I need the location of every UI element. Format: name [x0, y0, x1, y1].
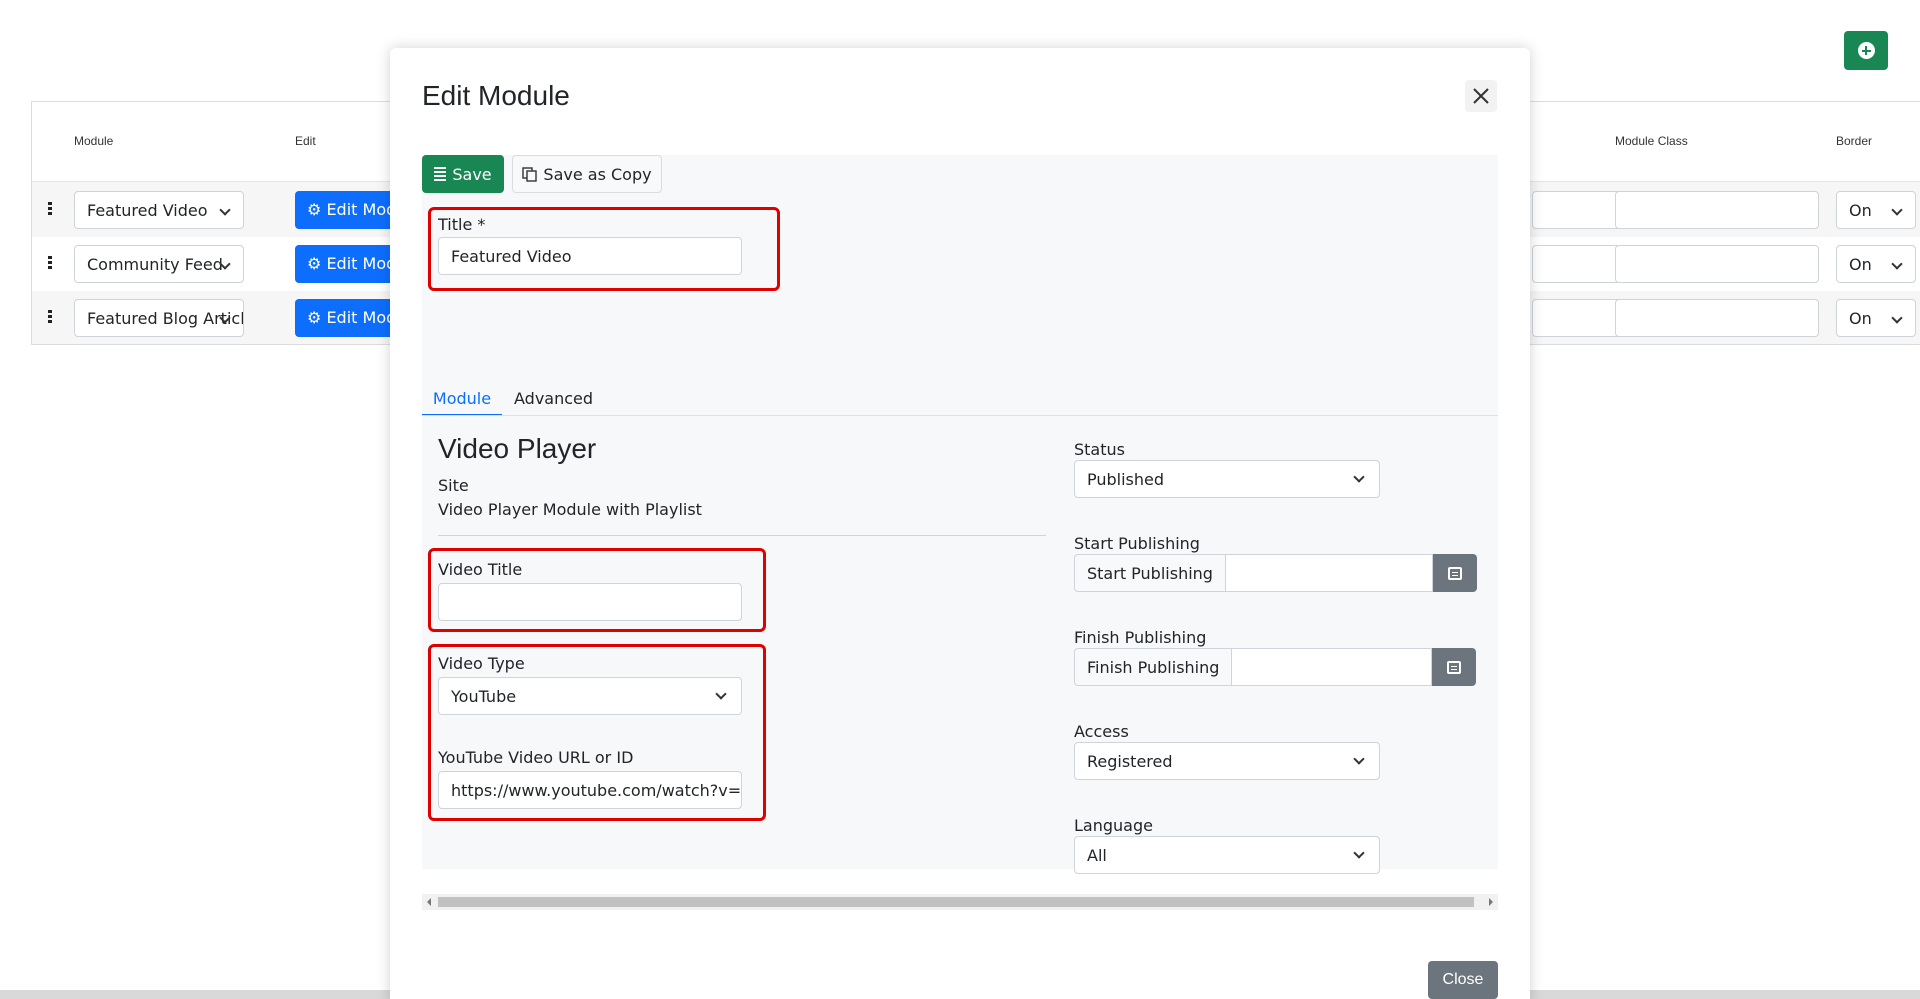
module-class-input[interactable]	[1615, 191, 1819, 229]
section-divider	[438, 535, 1046, 536]
close-button[interactable]	[1465, 80, 1497, 112]
chevron-down-icon	[1353, 471, 1365, 483]
save-button[interactable]: Save	[422, 155, 504, 193]
module-select[interactable]: Featured Video	[74, 191, 244, 229]
video-title-label: Video Title	[438, 560, 523, 579]
dialog-title: Edit Module	[422, 80, 570, 111]
save-as-copy-button[interactable]: Save as Copy	[512, 155, 662, 193]
finish-publishing-calendar-button[interactable]	[1432, 648, 1477, 686]
module-site-label: Site	[438, 476, 469, 495]
tab-module[interactable]: Module	[422, 381, 502, 416]
scrollbar-thumb[interactable]	[438, 897, 1474, 907]
finish-publishing-addon: Finish Publishing	[1074, 648, 1232, 686]
start-publishing-calendar-button[interactable]	[1432, 554, 1477, 592]
chevron-down-icon	[1353, 847, 1365, 859]
module-type-heading: Video Player	[438, 433, 597, 464]
tab-advanced[interactable]: Advanced	[514, 381, 593, 408]
start-publishing-group: Start Publishing	[1074, 554, 1477, 592]
close-dialog-button[interactable]: Close	[1428, 961, 1498, 999]
chevron-down-icon	[1891, 312, 1903, 324]
save-button-label: Save	[452, 164, 492, 184]
scroll-right-icon[interactable]	[1489, 898, 1493, 906]
scroll-left-icon[interactable]	[427, 898, 431, 906]
dialog-body: Save Save as Copy Title * Featured Video…	[422, 155, 1498, 874]
module-select[interactable]: Community Feed	[74, 245, 244, 283]
drag-handle-icon[interactable]	[48, 256, 52, 269]
video-type-select[interactable]: YouTube	[438, 677, 742, 715]
start-publishing-label: Start Publishing	[1074, 534, 1200, 553]
close-icon	[1473, 88, 1489, 104]
drag-handle-icon[interactable]	[48, 202, 52, 215]
finish-publishing-group: Finish Publishing	[1074, 648, 1477, 686]
youtube-url-label: YouTube Video URL or ID	[438, 748, 634, 767]
module-select-value: Featured Video	[87, 201, 208, 220]
border-select-value: On	[1849, 309, 1872, 328]
chevron-down-icon	[219, 204, 231, 216]
access-select[interactable]: Registered	[1074, 742, 1380, 780]
finish-publishing-label: Finish Publishing	[1074, 628, 1207, 647]
column-header-module: Module	[74, 134, 114, 148]
title-field-label: Title *	[438, 215, 486, 234]
calendar-icon	[1447, 660, 1462, 674]
module-class-input[interactable]	[1615, 245, 1819, 283]
language-label: Language	[1074, 816, 1153, 835]
status-label: Status	[1074, 440, 1125, 459]
border-select-value: On	[1849, 201, 1872, 220]
column-header-edit: Edit	[295, 134, 316, 148]
youtube-url-value: https://www.youtube.com/watch?v=x	[451, 781, 742, 800]
access-value: Registered	[1087, 752, 1173, 771]
border-select[interactable]: On	[1836, 299, 1916, 337]
column-header-border: Border	[1836, 134, 1873, 148]
tab-module-label: Module	[432, 389, 492, 408]
title-input[interactable]: Featured Video	[438, 237, 742, 275]
border-select-value: On	[1849, 255, 1872, 274]
youtube-url-input[interactable]: https://www.youtube.com/watch?v=x	[438, 771, 742, 809]
module-description: Video Player Module with Playlist	[438, 500, 702, 519]
edit-module-dialog: Edit Module Save Save as Copy Title * Fe…	[390, 48, 1530, 999]
tab-advanced-label: Advanced	[514, 389, 594, 408]
video-type-label: Video Type	[438, 654, 525, 673]
status-value: Published	[1087, 470, 1165, 489]
video-title-input[interactable]	[438, 583, 742, 621]
start-publishing-input[interactable]	[1224, 554, 1433, 592]
save-icon	[434, 167, 447, 181]
plus-circle-icon	[1857, 42, 1875, 59]
module-class-input[interactable]	[1615, 299, 1819, 337]
module-select[interactable]: Featured Blog Article	[74, 299, 244, 337]
copy-icon	[522, 166, 538, 182]
title-input-value: Featured Video	[451, 247, 572, 266]
module-select-value: Community Feed	[87, 255, 223, 274]
chevron-down-icon	[1353, 753, 1365, 765]
status-select[interactable]: Published	[1074, 460, 1380, 498]
chevron-down-icon	[715, 688, 727, 700]
finish-publishing-input[interactable]	[1231, 648, 1433, 686]
drag-handle-icon[interactable]	[48, 310, 52, 323]
dialog-horizontal-scrollbar[interactable]	[422, 894, 1498, 910]
border-select[interactable]: On	[1836, 191, 1916, 229]
chevron-down-icon	[1891, 204, 1903, 216]
save-as-copy-label: Save as Copy	[543, 164, 652, 184]
video-type-value: YouTube	[451, 687, 517, 706]
tabs-divider	[422, 415, 1498, 416]
access-label: Access	[1074, 722, 1129, 741]
column-header-module-class: Module Class	[1615, 134, 1688, 148]
chevron-down-icon	[1891, 258, 1903, 270]
language-value: All	[1087, 846, 1107, 865]
add-module-button[interactable]	[1844, 31, 1888, 70]
calendar-icon	[1447, 566, 1462, 580]
language-select[interactable]: All	[1074, 836, 1380, 874]
start-publishing-addon: Start Publishing	[1074, 554, 1225, 592]
border-select[interactable]: On	[1836, 245, 1916, 283]
